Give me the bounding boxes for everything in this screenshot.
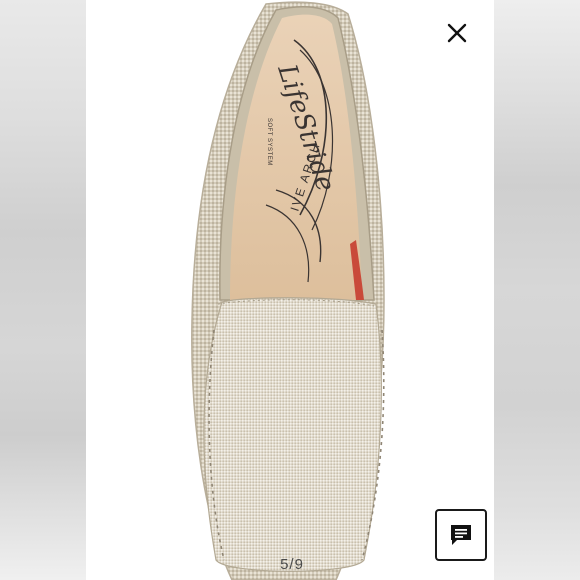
left-blurred-background xyxy=(0,0,86,580)
close-button[interactable] xyxy=(444,20,470,46)
product-photo: LifeStride SOFT SYSTEM IVE ARCH xyxy=(86,0,494,580)
right-blurred-background xyxy=(494,0,580,580)
close-icon xyxy=(447,23,467,43)
brand-tagline: SOFT SYSTEM xyxy=(266,118,272,166)
shoe-illustration: LifeStride SOFT SYSTEM IVE ARCH xyxy=(191,1,385,580)
chat-icon xyxy=(451,525,471,545)
shoe-vamp xyxy=(203,297,382,572)
image-counter: 5/9 xyxy=(280,556,304,573)
chat-button[interactable] xyxy=(435,509,487,561)
